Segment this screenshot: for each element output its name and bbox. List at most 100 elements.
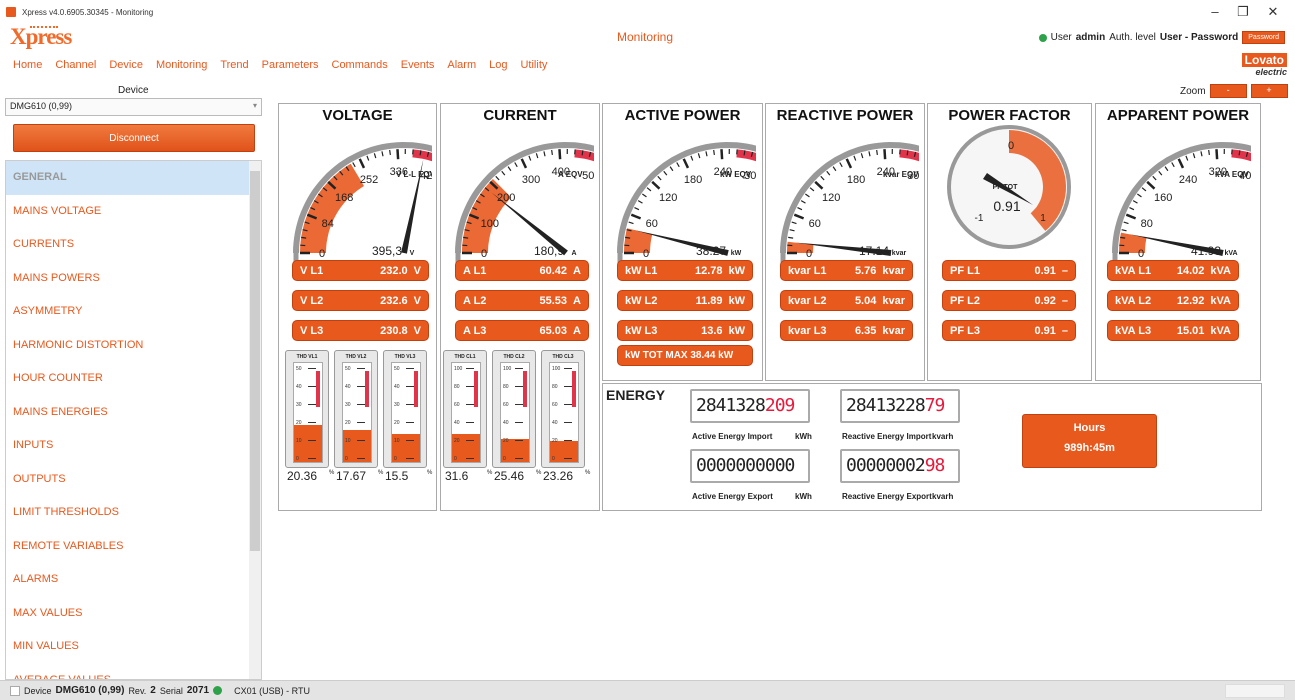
gauge-minor-tick	[389, 149, 391, 156]
device-select[interactable]: DMG610 (0,99) ▾	[5, 98, 262, 116]
device-label: Device	[118, 85, 149, 96]
gauge-unit-label: kW EQV	[720, 170, 752, 179]
meter-label: Active Energy Import	[692, 432, 773, 441]
thd-scale-tick	[406, 422, 414, 423]
row-label: kvar L2	[788, 294, 827, 307]
thd-scale-label: 100	[454, 366, 463, 372]
zoom-in-button[interactable]: +	[1250, 84, 1288, 98]
pf-readout: 0.91	[993, 198, 1020, 214]
current-gauge: 0100200300400500A EQV180,9A	[455, 141, 594, 263]
gauge-major-tick	[845, 158, 853, 169]
menu-item-parameters[interactable]: Parameters	[262, 59, 319, 71]
current-row-3: A L3 65.03 A	[455, 320, 589, 341]
reactive-row-3: kvar L3 6.35 kvar	[780, 320, 913, 341]
nav-item-harmonic-distortion[interactable]: HARMONIC DISTORTION	[6, 329, 250, 363]
menu-item-log[interactable]: Log	[489, 59, 507, 71]
row-unit: kVA	[1210, 264, 1231, 277]
thd-scale-tick	[515, 440, 523, 441]
gauge-tick-label: 180	[847, 174, 865, 186]
maximize-button[interactable]: ❐	[1233, 4, 1253, 20]
thd-label: THD CL3	[552, 354, 574, 360]
nav-item-average-values[interactable]: AVERAGE VALUES	[6, 664, 250, 680]
menu-item-commands[interactable]: Commands	[332, 59, 388, 71]
gauge-major-tick	[396, 149, 400, 160]
nav-item-mains-voltage[interactable]: MAINS VOLTAGE	[6, 195, 250, 229]
thd-scale-tick	[406, 368, 414, 369]
thd-scale-label: 10	[345, 438, 351, 444]
meter-digits-red: 98	[924, 455, 946, 476]
thd-scale-tick	[515, 422, 523, 423]
menu-item-events[interactable]: Events	[401, 59, 435, 71]
nav-item-hour-counter[interactable]: HOUR COUNTER	[6, 362, 250, 396]
zoom-out-button[interactable]: -	[1209, 84, 1247, 98]
user-name: admin	[1075, 32, 1106, 43]
nav-item-limit-thresholds[interactable]: LIMIT THRESHOLDS	[6, 496, 250, 530]
nav-item-min-values[interactable]: MIN VALUES	[6, 630, 250, 664]
row-value: 60.42	[539, 264, 568, 277]
menu-item-alarm[interactable]: Alarm	[447, 59, 476, 71]
gauge-major-tick	[1177, 158, 1185, 169]
gauge-alarm-zone	[574, 149, 594, 162]
gauge-minor-tick	[1185, 155, 1189, 161]
gauge-minor-tick	[876, 149, 878, 156]
nav-item-remote-variables[interactable]: REMOTE VARIABLES	[6, 530, 250, 564]
thd-alarm-zone	[474, 371, 478, 407]
nav-item-mains-powers[interactable]: MAINS POWERS	[6, 262, 250, 296]
gauge-minor-tick	[1137, 193, 1142, 198]
menu-item-monitoring[interactable]: Monitoring	[156, 59, 207, 71]
disconnect-button[interactable]: Disconnect	[13, 124, 255, 152]
gauge-minor-tick	[514, 162, 518, 168]
gauge-minor-tick	[1129, 207, 1135, 211]
voltage-thd-bar-2: THD VL2 50 40 30 20 10 0	[334, 350, 378, 468]
menu-item-channel[interactable]: Channel	[55, 59, 96, 71]
menu-item-device[interactable]: Device	[109, 59, 143, 71]
thd-scale-tick	[466, 404, 474, 405]
gauge-minor-tick	[1192, 153, 1196, 159]
pf-row-3: PF L3 0.91–	[942, 320, 1076, 341]
menu-item-utility[interactable]: Utility	[520, 59, 547, 71]
thd-scale-label: 10	[394, 438, 400, 444]
password-button[interactable]: Password	[1242, 31, 1285, 44]
gauge-tick-label: 0	[806, 248, 812, 260]
minimize-button[interactable]: –	[1205, 4, 1225, 19]
row-value: 230.8	[380, 324, 408, 337]
thd-scale-label: 20	[394, 420, 400, 426]
nav-item-mains-energies[interactable]: MAINS ENERGIES	[6, 396, 250, 430]
close-button[interactable]: ✕	[1263, 4, 1283, 20]
gauge-minor-tick	[543, 151, 546, 157]
thd-value: 20.36	[287, 469, 318, 483]
gauge-minor-tick	[463, 236, 469, 239]
row-label: kW L2	[625, 294, 658, 307]
menu-item-trend[interactable]: Trend	[220, 59, 248, 71]
row-value: 5.76	[854, 264, 877, 277]
nav-item-max-values[interactable]: MAX VALUES	[6, 597, 250, 631]
row-unit: –	[1061, 294, 1068, 307]
gauge-unit-label: kVA EQV	[1215, 170, 1249, 179]
voltage-row-2: V L2 232.6 V	[292, 290, 429, 311]
reactive-row-2: kvar L2 5.04 kvar	[780, 290, 913, 311]
zoom-label: Zoom	[1180, 85, 1206, 97]
sidebar-scrollbar[interactable]	[249, 161, 261, 679]
gauge-minor-tick	[381, 151, 384, 157]
row-label: PF L3	[950, 324, 980, 337]
kw-tot-max: kW TOT MAX 38.44 kW	[617, 345, 753, 366]
gauge-minor-tick	[820, 175, 825, 181]
thd-scale-tick	[357, 404, 365, 405]
nav-item-asymmetry[interactable]: ASYMMETRY	[6, 295, 250, 329]
thd-scale-label: 50	[296, 366, 302, 372]
page-title: Monitoring	[617, 30, 674, 44]
menu-item-home[interactable]: Home	[13, 59, 42, 71]
gauge-tick-label: 252	[360, 174, 378, 186]
gauge-minor-tick	[301, 236, 307, 239]
gauge-minor-tick	[705, 151, 708, 157]
thd-scale-label: 40	[552, 420, 558, 426]
nav-item-inputs[interactable]: INPUTS	[6, 429, 250, 463]
nav-item-general[interactable]: GENERAL	[6, 161, 250, 195]
nav-item-outputs[interactable]: OUTPUTS	[6, 463, 250, 497]
thd-alarm-zone	[365, 371, 369, 407]
gauge-minor-tick	[1141, 187, 1147, 192]
nav-item-currents[interactable]: CURRENTS	[6, 228, 250, 262]
gauge-minor-tick	[1208, 149, 1210, 156]
thd-scale-label: 60	[552, 402, 558, 408]
nav-item-alarms[interactable]: ALARMS	[6, 563, 250, 597]
